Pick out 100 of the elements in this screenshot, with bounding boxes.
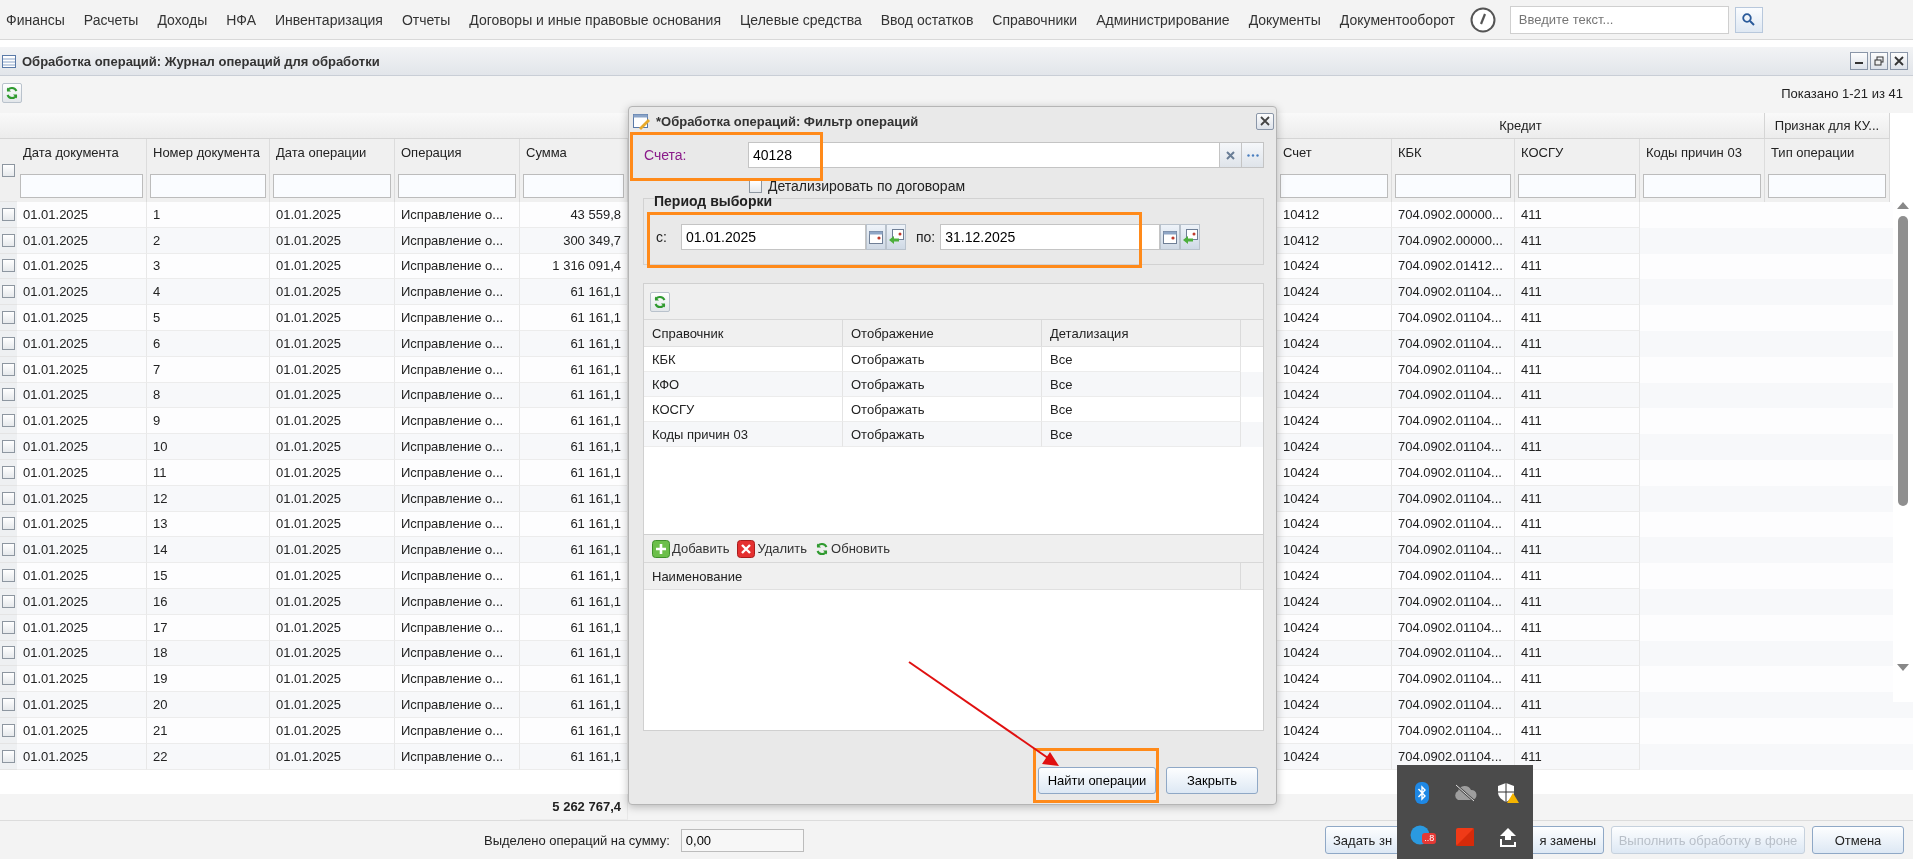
select-button[interactable] bbox=[1242, 142, 1264, 168]
filter-field[interactable] bbox=[398, 174, 516, 198]
refresh-button[interactable] bbox=[2, 83, 22, 103]
filter-field[interactable] bbox=[1518, 174, 1636, 198]
dialog-button[interactable]: Найти операции bbox=[1038, 767, 1156, 794]
row-checkbox[interactable] bbox=[2, 749, 15, 763]
row-checkbox[interactable] bbox=[2, 491, 15, 505]
row-checkbox[interactable] bbox=[2, 465, 15, 479]
row-checkbox[interactable] bbox=[2, 594, 15, 608]
row-checkbox[interactable] bbox=[2, 414, 15, 428]
close-button[interactable] bbox=[1256, 112, 1274, 130]
app-icon[interactable] bbox=[1456, 827, 1474, 846]
gauge-icon[interactable] bbox=[1469, 6, 1496, 33]
table-cell: 01.01.2025 bbox=[17, 485, 147, 512]
column-header[interactable]: Дата документа bbox=[17, 139, 147, 171]
row-checkbox[interactable] bbox=[2, 336, 15, 350]
toolbar-button[interactable]: Добавить bbox=[650, 539, 732, 558]
menu-item[interactable]: Финансы bbox=[6, 11, 65, 28]
eject-icon[interactable] bbox=[1497, 826, 1518, 847]
menu-item[interactable]: Администрирование bbox=[1096, 11, 1230, 28]
refresh-icon bbox=[653, 294, 667, 309]
menu-item[interactable]: Целевые средства bbox=[740, 11, 862, 28]
accounts-field[interactable]: 40128 bbox=[748, 142, 1220, 168]
menu-item[interactable]: Справочники bbox=[992, 11, 1078, 28]
menu-item[interactable]: Доходы bbox=[157, 11, 208, 28]
column-header[interactable]: КОСГУ bbox=[1515, 139, 1640, 171]
column-header[interactable]: Тип операции bbox=[1765, 139, 1890, 171]
record-count: Показано 1-21 из 41 bbox=[1781, 85, 1903, 101]
toolbar-button[interactable]: Удалить bbox=[735, 539, 810, 558]
column-header[interactable]: Коды причин 03 bbox=[1640, 139, 1765, 171]
row-checkbox[interactable] bbox=[2, 285, 15, 299]
search-field[interactable]: Введите текст... bbox=[1509, 5, 1729, 34]
column-header[interactable]: Детализация bbox=[1042, 320, 1241, 346]
filter-field[interactable] bbox=[1643, 174, 1761, 198]
column-header[interactable]: Операция bbox=[395, 139, 520, 171]
row-checkbox[interactable] bbox=[2, 259, 15, 273]
cloud-off-icon[interactable] bbox=[1452, 783, 1478, 802]
row-checkbox[interactable] bbox=[2, 646, 15, 660]
calendar-button[interactable] bbox=[866, 224, 886, 250]
today-button[interactable] bbox=[1180, 224, 1201, 250]
menu-item[interactable]: Расчеты bbox=[83, 11, 139, 28]
refresh-icon bbox=[5, 86, 19, 100]
menu-item[interactable]: Документы bbox=[1248, 11, 1321, 28]
calendar-button[interactable] bbox=[1160, 224, 1181, 250]
date-field[interactable]: 31.12.2025 bbox=[940, 224, 1161, 250]
menu-item[interactable]: Договоры и иные правовые основания bbox=[469, 11, 721, 28]
bluetooth-icon[interactable] bbox=[1415, 781, 1430, 804]
menu-item[interactable]: Ввод остатков bbox=[880, 11, 974, 28]
row-checkbox[interactable] bbox=[2, 517, 15, 531]
row-checkbox[interactable] bbox=[2, 207, 15, 221]
restore-button[interactable] bbox=[1870, 52, 1888, 70]
column-header[interactable]: Номер документа bbox=[147, 139, 270, 171]
row-checkbox[interactable] bbox=[2, 620, 15, 634]
filter-field[interactable] bbox=[273, 174, 391, 198]
menu-item[interactable]: Инвентаризация bbox=[275, 11, 383, 28]
row-checkbox[interactable] bbox=[2, 698, 15, 712]
row-checkbox[interactable] bbox=[2, 723, 15, 737]
menu-item[interactable]: НФА bbox=[226, 11, 256, 28]
selected-sum-field[interactable]: 0,00 bbox=[680, 828, 804, 852]
row-checkbox[interactable] bbox=[2, 311, 15, 325]
table-cell: 01.01.2025 bbox=[17, 331, 147, 357]
minimize-button[interactable] bbox=[1850, 52, 1868, 70]
filter-field[interactable] bbox=[1280, 174, 1388, 198]
menu-item[interactable]: Отчеты bbox=[401, 11, 451, 28]
table-cell: 411 bbox=[1515, 588, 1640, 615]
row-checkbox[interactable] bbox=[2, 440, 15, 454]
row-checkbox[interactable] bbox=[2, 388, 15, 402]
filter-field[interactable] bbox=[1768, 174, 1886, 198]
table-icon bbox=[2, 54, 16, 68]
column-header[interactable]: Отображение bbox=[843, 320, 1042, 346]
clear-button[interactable] bbox=[1220, 142, 1242, 168]
date-field[interactable]: 01.01.2025 bbox=[681, 224, 866, 250]
action-button[interactable]: Отмена bbox=[1812, 826, 1904, 854]
filter-field[interactable] bbox=[523, 174, 624, 198]
select-all-checkbox[interactable] bbox=[2, 163, 15, 177]
filter-field[interactable] bbox=[1395, 174, 1511, 198]
row-checkbox[interactable] bbox=[2, 233, 15, 247]
column-header[interactable]: Справочник bbox=[644, 320, 843, 346]
menu-item[interactable]: Документооборот bbox=[1339, 11, 1455, 28]
toolbar-button[interactable]: Обновить bbox=[813, 541, 892, 556]
row-checkbox[interactable] bbox=[2, 672, 15, 686]
column-header[interactable]: Счет bbox=[1277, 139, 1392, 171]
table-cell: 01.01.2025 bbox=[17, 743, 147, 770]
table-cell: 01.01.2025 bbox=[270, 202, 395, 228]
table-cell: 15 bbox=[147, 563, 270, 589]
dialog-button[interactable]: Закрыть bbox=[1166, 767, 1258, 794]
filter-field[interactable] bbox=[20, 174, 143, 198]
row-checkbox[interactable] bbox=[2, 362, 15, 376]
column-header[interactable]: Сумма bbox=[520, 139, 628, 171]
scrollbar-thumb[interactable] bbox=[1898, 216, 1908, 506]
row-checkbox[interactable] bbox=[2, 543, 15, 557]
shield-warning-icon[interactable] bbox=[1496, 781, 1519, 804]
close-button[interactable] bbox=[1890, 52, 1908, 70]
refresh-button[interactable] bbox=[650, 291, 670, 312]
today-button[interactable] bbox=[886, 224, 906, 250]
filter-field[interactable] bbox=[150, 174, 266, 198]
column-header[interactable]: Дата операции bbox=[270, 139, 395, 171]
row-checkbox[interactable] bbox=[2, 569, 15, 583]
column-header[interactable]: КБК bbox=[1392, 139, 1515, 171]
search-button[interactable] bbox=[1734, 6, 1763, 33]
